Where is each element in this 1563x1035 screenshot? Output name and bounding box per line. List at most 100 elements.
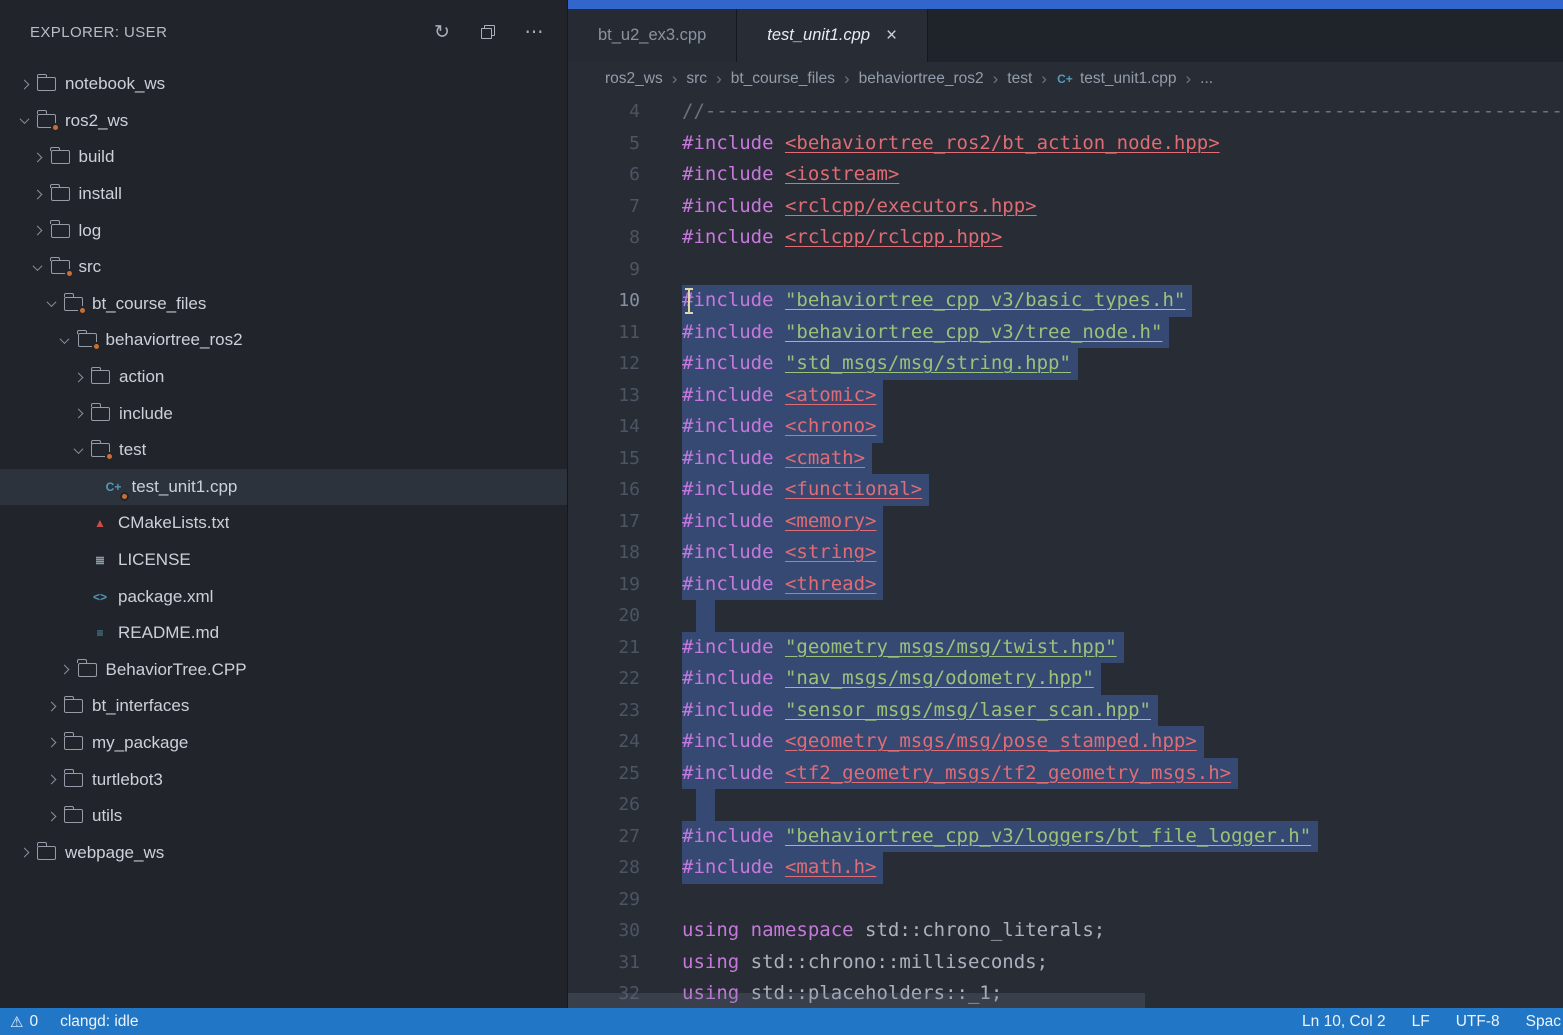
code-line-31[interactable]: 31using std::chrono::milliseconds; [568, 947, 1563, 979]
line-number[interactable]: 23 [568, 695, 640, 727]
line-number[interactable]: 12 [568, 348, 640, 380]
breadcrumb-item-ros2_ws[interactable]: ros2_ws [605, 70, 663, 88]
horizontal-scrollbar[interactable] [568, 993, 1563, 1008]
tab-test_unit1.cpp[interactable]: test_unit1.cpp× [737, 9, 928, 62]
code-line-30[interactable]: 30using namespace std::chrono_literals; [568, 915, 1563, 947]
tree-folder-install[interactable]: install [0, 176, 567, 213]
breadcrumb-item-behaviortree_ros2[interactable]: behaviortree_ros2 [859, 70, 984, 88]
line-number[interactable]: 30 [568, 915, 640, 947]
line-number[interactable]: 13 [568, 380, 640, 412]
line-number[interactable]: 29 [568, 884, 640, 916]
code-line-11[interactable]: 11#include "behaviortree_cpp_v3/tree_nod… [568, 317, 1563, 349]
breadcrumb-item-bt_course_files[interactable]: bt_course_files [731, 70, 835, 88]
code-line-27[interactable]: 27#include "behaviortree_cpp_v3/loggers/… [568, 821, 1563, 853]
tree-file-README.md[interactable]: ≡README.md [0, 615, 567, 652]
code-line-29[interactable]: 29 [568, 884, 1563, 916]
line-col-indicator[interactable]: Ln 10, Col 2 [1302, 1013, 1386, 1031]
code-line-12[interactable]: 12#include "std_msgs/msg/string.hpp" [568, 348, 1563, 380]
code-line-9[interactable]: 9 [568, 254, 1563, 286]
code-line-26[interactable]: 26 [568, 789, 1563, 821]
breadcrumb-item-...[interactable]: ... [1200, 70, 1213, 88]
code-line-16[interactable]: 16#include <functional> [568, 474, 1563, 506]
indent-indicator[interactable]: Spac [1526, 1013, 1561, 1031]
line-number[interactable]: 31 [568, 947, 640, 979]
tree-file-CMakeLists.txt[interactable]: ▲CMakeLists.txt [0, 505, 567, 542]
line-number[interactable]: 20 [568, 600, 640, 632]
tree-folder-build[interactable]: build [0, 139, 567, 176]
line-number[interactable]: 15 [568, 443, 640, 475]
line-number[interactable]: 22 [568, 663, 640, 695]
code-line-25[interactable]: 25#include <tf2_geometry_msgs/tf2_geomet… [568, 758, 1563, 790]
code-line-20[interactable]: 20 [568, 600, 1563, 632]
tab-bt_u2_ex3.cpp[interactable]: bt_u2_ex3.cpp [568, 9, 737, 62]
tree-folder-include[interactable]: include [0, 395, 567, 432]
tree-file-LICENSE[interactable]: ≣LICENSE [0, 542, 567, 579]
breadcrumb-item-test[interactable]: test [1007, 70, 1032, 88]
code-line-7[interactable]: 7#include <rclcpp/executors.hpp> [568, 191, 1563, 223]
tree-folder-behaviortree_ros2[interactable]: behaviortree_ros2 [0, 322, 567, 359]
line-number[interactable]: 24 [568, 726, 640, 758]
tree-folder-webpage_ws[interactable]: webpage_ws [0, 834, 567, 871]
code-line-28[interactable]: 28#include <math.h> [568, 852, 1563, 884]
code-line-19[interactable]: 19#include <thread> [568, 569, 1563, 601]
line-number[interactable]: 16 [568, 474, 640, 506]
line-number[interactable]: 9 [568, 254, 640, 286]
line-number[interactable]: 10 [568, 285, 640, 317]
code-line-22[interactable]: 22#include "nav_msgs/msg/odometry.hpp" [568, 663, 1563, 695]
line-number[interactable]: 17 [568, 506, 640, 538]
tree-folder-action[interactable]: action [0, 359, 567, 396]
scrollbar-thumb[interactable] [568, 993, 1145, 1008]
more-actions-button[interactable]: ⋯ [523, 21, 545, 43]
code-line-14[interactable]: 14#include <chrono> [568, 411, 1563, 443]
line-number[interactable]: 28 [568, 852, 640, 884]
eol-indicator[interactable]: LF [1412, 1013, 1430, 1031]
line-number[interactable]: 4 [568, 96, 640, 128]
line-number[interactable]: 26 [568, 789, 640, 821]
line-number[interactable]: 7 [568, 191, 640, 223]
tree-folder-log[interactable]: log [0, 212, 567, 249]
code-line-13[interactable]: 13#include <atomic> [568, 380, 1563, 412]
collapse-folders-button[interactable] [477, 21, 499, 43]
line-number[interactable]: 19 [568, 569, 640, 601]
close-tab-icon[interactable]: × [886, 26, 897, 45]
line-number[interactable]: 11 [568, 317, 640, 349]
tree-folder-test[interactable]: test [0, 432, 567, 469]
tree-folder-ros2_ws[interactable]: ros2_ws [0, 103, 567, 140]
line-number[interactable]: 27 [568, 821, 640, 853]
code-line-6[interactable]: 6#include <iostream> [568, 159, 1563, 191]
code-line-4[interactable]: 4//-------------------------------------… [568, 96, 1563, 128]
line-number[interactable]: 8 [568, 222, 640, 254]
code-line-21[interactable]: 21#include "geometry_msgs/msg/twist.hpp" [568, 632, 1563, 664]
tree-file-package.xml[interactable]: <>package.xml [0, 578, 567, 615]
tree-folder-my_package[interactable]: my_package [0, 725, 567, 762]
line-number[interactable]: 5 [568, 128, 640, 160]
code-line-23[interactable]: 23#include "sensor_msgs/msg/laser_scan.h… [568, 695, 1563, 727]
line-number[interactable]: 21 [568, 632, 640, 664]
problems-indicator[interactable]: ⚠ 0 [10, 1013, 38, 1031]
chevron-down-icon [73, 444, 83, 454]
tree-folder-turtlebot3[interactable]: turtlebot3 [0, 761, 567, 798]
code-line-10[interactable]: 10#include "behaviortree_cpp_v3/basic_ty… [568, 285, 1563, 317]
line-number[interactable]: 14 [568, 411, 640, 443]
refresh-button[interactable]: ↻ [431, 21, 453, 43]
line-number[interactable]: 6 [568, 159, 640, 191]
tree-folder-bt_course_files[interactable]: bt_course_files [0, 286, 567, 323]
tree-folder-src[interactable]: src [0, 249, 567, 286]
code-line-8[interactable]: 8#include <rclcpp/rclcpp.hpp> [568, 222, 1563, 254]
tree-file-test_unit1.cpp[interactable]: C+test_unit1.cpp [0, 469, 567, 506]
code-line-15[interactable]: 15#include <cmath> [568, 443, 1563, 475]
encoding-indicator[interactable]: UTF-8 [1456, 1013, 1500, 1031]
code-line-18[interactable]: 18#include <string> [568, 537, 1563, 569]
line-number[interactable]: 25 [568, 758, 640, 790]
tree-folder-bt_interfaces[interactable]: bt_interfaces [0, 688, 567, 725]
language-server-status[interactable]: clangd: idle [60, 1013, 138, 1031]
code-line-24[interactable]: 24#include <geometry_msgs/msg/pose_stamp… [568, 726, 1563, 758]
code-line-5[interactable]: 5#include <behaviortree_ros2/bt_action_n… [568, 128, 1563, 160]
tree-folder-notebook_ws[interactable]: notebook_ws [0, 66, 567, 103]
tree-folder-utils[interactable]: utils [0, 798, 567, 835]
breadcrumb-item-src[interactable]: src [686, 70, 707, 88]
code-line-17[interactable]: 17#include <memory> [568, 506, 1563, 538]
breadcrumb-item-test_unit1.cpp[interactable]: C+test_unit1.cpp [1056, 70, 1177, 88]
tree-folder-BehaviorTree.CPP[interactable]: BehaviorTree.CPP [0, 652, 567, 689]
line-number[interactable]: 18 [568, 537, 640, 569]
